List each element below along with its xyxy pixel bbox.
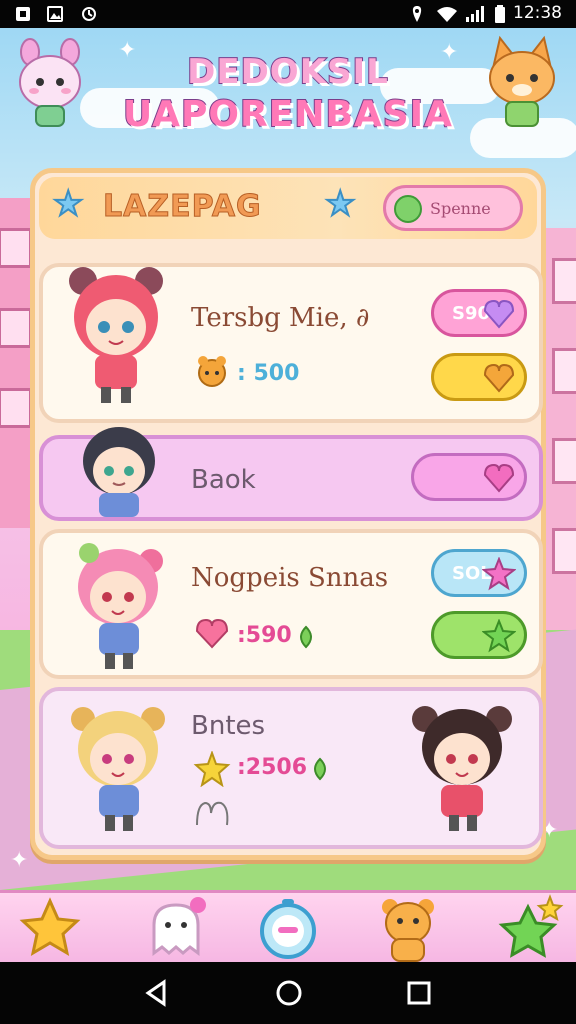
black-hair-avatar bbox=[83, 427, 155, 517]
heart-icon bbox=[483, 463, 515, 493]
price-button[interactable]: SOL bbox=[431, 549, 527, 597]
clock: 12:38 bbox=[513, 3, 562, 23]
star-button[interactable] bbox=[431, 611, 527, 659]
pink-hair-avatar bbox=[78, 543, 163, 669]
heart-icon bbox=[483, 363, 515, 393]
back-icon[interactable] bbox=[142, 978, 172, 1008]
stat-value: :2506 bbox=[237, 755, 308, 780]
leaf-icon bbox=[314, 757, 326, 781]
signal-icon bbox=[466, 6, 484, 22]
character-name: Baok bbox=[191, 465, 256, 495]
character-card[interactable]: Tersbg Mie, ∂ : 500 S90 bbox=[39, 263, 543, 423]
stat-value: : 500 bbox=[237, 361, 300, 386]
character-card[interactable]: Baok bbox=[39, 427, 543, 521]
character-card[interactable]: Bntes :2506 bbox=[39, 687, 543, 849]
game-title: DEDOKSIL UAPORENBASIA bbox=[0, 51, 576, 136]
character-name: Nogpeis Snnas bbox=[191, 563, 389, 593]
panel-header: ★ LAZEPAG ★ Spenne bbox=[39, 177, 537, 239]
star-icon bbox=[193, 751, 231, 787]
green-star-icon[interactable] bbox=[494, 893, 566, 965]
ghost-icon[interactable] bbox=[140, 893, 212, 965]
title-line-1: DEDOKSIL bbox=[186, 51, 389, 93]
spend-button[interactable]: Spenne bbox=[383, 185, 523, 231]
star-icon: ★ bbox=[324, 183, 357, 225]
paw-icon bbox=[196, 801, 229, 826]
sparkle: ✦ bbox=[10, 848, 29, 873]
star-icon bbox=[482, 619, 516, 653]
red-hair-avatar bbox=[69, 267, 163, 403]
star-icon: ★ bbox=[52, 183, 85, 225]
dark-hair-avatar bbox=[412, 706, 512, 831]
heart-gem-icon bbox=[483, 299, 515, 329]
location-icon bbox=[412, 6, 422, 22]
price-button[interactable]: S90 bbox=[431, 289, 527, 337]
character-card[interactable]: Nogpeis Snnas :590 SOL bbox=[39, 529, 543, 679]
heart-button[interactable] bbox=[411, 453, 527, 501]
blonde-hair-avatar bbox=[71, 707, 165, 831]
notification-icon bbox=[16, 7, 30, 21]
heart-button[interactable] bbox=[431, 353, 527, 401]
photo-icon bbox=[47, 6, 63, 22]
sync-icon bbox=[82, 7, 96, 21]
recents-icon[interactable] bbox=[404, 978, 434, 1008]
character-panel: ★ LAZEPAG ★ Spenne Tersbg Mie, ∂ : 500 S… bbox=[30, 168, 546, 860]
spend-button-label: Spenne bbox=[430, 199, 491, 218]
star-icon[interactable] bbox=[14, 893, 86, 965]
bottom-nav bbox=[0, 890, 576, 962]
battery-icon bbox=[495, 5, 505, 23]
stat-value: :590 bbox=[237, 623, 292, 648]
character-name: Tersbg Mie, ∂ bbox=[191, 303, 370, 333]
leaf-icon bbox=[394, 195, 422, 223]
character-name: Bntes bbox=[191, 711, 266, 741]
wifi-icon bbox=[437, 7, 457, 22]
heart-icon bbox=[195, 618, 229, 649]
system-nav-bar bbox=[0, 962, 576, 1024]
pet-icon bbox=[198, 356, 226, 387]
status-bar: 12:38 bbox=[0, 0, 576, 28]
leaf-icon bbox=[300, 625, 312, 649]
home-icon[interactable] bbox=[274, 978, 304, 1008]
star-gem-icon bbox=[482, 557, 516, 591]
title-line-2: UAPORENBASIA bbox=[122, 93, 453, 136]
bear-icon[interactable] bbox=[372, 893, 444, 965]
panel-heading: LAZEPAG bbox=[103, 189, 262, 225]
timer-icon[interactable] bbox=[252, 893, 324, 965]
